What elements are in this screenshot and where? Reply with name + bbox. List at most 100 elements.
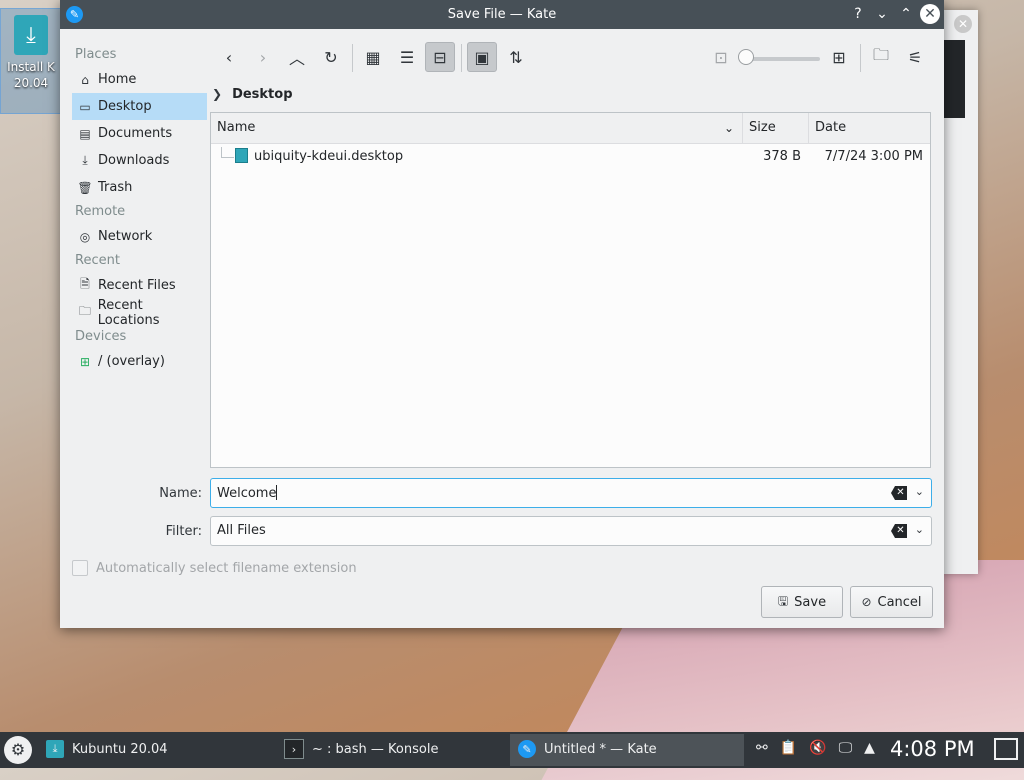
toolbar-separator — [461, 44, 462, 72]
sidebar-item-label: Documents — [98, 126, 173, 141]
save-button[interactable]: 🖫 Save — [761, 586, 843, 618]
task-kate[interactable]: ✎ Untitled * — Kate — [510, 734, 744, 766]
installer-icon: ⤓ — [46, 740, 64, 758]
drive-icon: ⊞ — [79, 354, 91, 369]
toolbar-separator — [860, 44, 861, 72]
sidebar-item-downloads[interactable]: ⤓ Downloads — [72, 147, 207, 174]
tray-expand-icon[interactable]: ▲ — [864, 740, 875, 756]
zoom-slider-track[interactable] — [748, 57, 820, 61]
sidebar-item-desktop[interactable]: ▭ Desktop — [72, 93, 207, 120]
recent-section-heading: Recent — [75, 253, 120, 268]
table-row[interactable]: ubiquity-kdeui.desktop 378 B 7/7/24 3:00… — [211, 144, 930, 168]
column-header-label: Name — [217, 120, 256, 135]
maximize-button[interactable]: ⌃ — [896, 4, 916, 24]
clipboard-icon[interactable]: 📋 — [780, 740, 797, 756]
sidebar-item-documents[interactable]: ▤ Documents — [72, 120, 207, 147]
zoom-in-button[interactable]: ⊞ — [824, 42, 854, 72]
sidebar-item-trash[interactable]: 🗑 Trash — [72, 174, 207, 201]
background-window[interactable]: ✕ — [942, 10, 978, 574]
network-status-icon[interactable]: ⚯ — [756, 740, 768, 756]
sidebar-item-network[interactable]: ◎ Network — [72, 223, 207, 250]
auto-extension-label: Automatically select filename extension — [96, 560, 357, 576]
forward-button[interactable]: › — [248, 42, 278, 72]
desktop-installer-icon[interactable]: ⤓ Install K 20.04 — [0, 8, 62, 114]
installer-icon: ⤓ — [14, 15, 48, 55]
sidebar-item-recent-files[interactable]: 🗎 Recent Files — [72, 272, 207, 299]
sort-button[interactable]: ⇅ — [501, 42, 531, 72]
background-window-content — [942, 40, 965, 118]
back-button[interactable]: ‹ — [214, 42, 244, 72]
sidebar-item-overlay[interactable]: ⊞ / (overlay) — [72, 348, 207, 375]
tree-view-button[interactable]: ⊟ — [425, 42, 455, 72]
sidebar-item-label: Recent Locations — [97, 297, 160, 328]
new-folder-icon: 🗀 — [872, 44, 889, 64]
column-header-size[interactable]: Size — [743, 113, 809, 143]
dialog-titlebar[interactable]: ✎ Save File — Kate ? ⌄ ⌃ ✕ — [60, 0, 944, 29]
cancel-button[interactable]: ⊘ Cancel — [850, 586, 933, 618]
application-launcher-icon[interactable]: ⚙ — [4, 736, 32, 764]
reload-icon: ↻ — [324, 47, 338, 67]
task-label: Untitled * — Kate — [544, 741, 657, 757]
sidebar-item-label: Network — [98, 229, 153, 244]
chevron-down-icon[interactable]: ⌄ — [915, 523, 924, 536]
volume-muted-icon[interactable]: 🔇 — [809, 740, 826, 756]
column-header-date[interactable]: Date — [809, 113, 930, 143]
new-folder-button[interactable]: 🗀 — [866, 42, 896, 72]
sort-icon: ⇅ — [509, 47, 523, 67]
toolbar-separator — [352, 44, 353, 72]
sidebar-item-recent-locations[interactable]: 🗀 Recent Locations — [72, 297, 207, 328]
tree-line — [221, 147, 234, 158]
clock[interactable]: 4:08 PM — [890, 737, 975, 761]
breadcrumb-current[interactable]: Desktop — [232, 87, 292, 102]
name-label: Name: — [159, 486, 202, 501]
reload-button[interactable]: ↻ — [316, 42, 346, 72]
task-label: ~ : bash — Konsole — [312, 741, 439, 757]
recent-files-icon: 🗎 — [80, 277, 90, 291]
save-icon: 🖫 — [777, 593, 789, 608]
zoom-in-icon: ⊞ — [832, 47, 846, 67]
sidebar-item-label: Desktop — [98, 99, 152, 114]
zoom-out-button[interactable]: ⊡ — [706, 42, 736, 72]
options-button[interactable]: ⚟ — [900, 42, 930, 72]
close-button[interactable]: ✕ — [920, 4, 940, 24]
chevron-right-icon[interactable]: ❯ — [212, 87, 222, 101]
show-desktop-icon[interactable] — [994, 738, 1018, 760]
filter-combobox[interactable]: All Files ✕ ⌄ — [210, 516, 932, 546]
filename-value: Welcome — [217, 486, 277, 501]
kate-icon: ✎ — [518, 740, 536, 758]
icons-view-button[interactable]: ▦ — [358, 42, 388, 72]
compact-view-button[interactable]: ☰ — [392, 42, 422, 72]
back-icon: ‹ — [225, 47, 233, 67]
up-button[interactable]: ︿ — [282, 42, 312, 72]
zoom-slider-handle[interactable] — [738, 49, 754, 65]
clear-icon[interactable]: ✕ — [891, 524, 907, 538]
background-window-close-icon[interactable]: ✕ — [954, 15, 972, 33]
column-header-label: Size — [749, 120, 776, 135]
display-icon[interactable]: 🖵 — [839, 740, 853, 756]
recent-locations-icon: 🗀 — [78, 304, 91, 318]
filter-label: Filter: — [165, 524, 202, 539]
filename-field[interactable]: Welcome ✕ ⌄ — [210, 478, 932, 508]
cancel-icon: ⊘ — [861, 595, 872, 609]
kate-app-icon[interactable]: ✎ — [66, 6, 83, 23]
downloads-icon: ⤓ — [82, 153, 88, 167]
column-header-label: Date — [815, 120, 847, 135]
save-button-label: Save — [794, 594, 827, 610]
terminal-icon: › — [284, 739, 304, 759]
column-header-name[interactable]: Name ⌄ — [211, 113, 743, 143]
clear-icon[interactable]: ✕ — [891, 486, 907, 500]
preview-button[interactable]: ▣ — [467, 42, 497, 72]
sidebar-item-home[interactable]: ⌂ Home — [72, 66, 207, 93]
minimize-button[interactable]: ⌄ — [872, 4, 892, 24]
help-button[interactable]: ? — [848, 4, 868, 24]
chevron-down-icon[interactable]: ⌄ — [915, 485, 924, 498]
task-kubuntu[interactable]: ⤓ Kubuntu 20.04 — [38, 734, 272, 766]
desktop-icon-label-1: Install K — [7, 60, 55, 74]
sidebar-item-label: / (overlay) — [98, 354, 165, 369]
file-list[interactable]: Name ⌄ Size Date ubiquity-kdeui.desktop … — [210, 112, 931, 468]
chevron-down-icon: ⌄ — [723, 121, 734, 135]
documents-icon: ▤ — [79, 126, 91, 141]
task-konsole[interactable]: › ~ : bash — Konsole — [276, 734, 508, 766]
sidebar-item-label: Downloads — [98, 153, 170, 168]
auto-extension-checkbox[interactable] — [72, 560, 88, 576]
